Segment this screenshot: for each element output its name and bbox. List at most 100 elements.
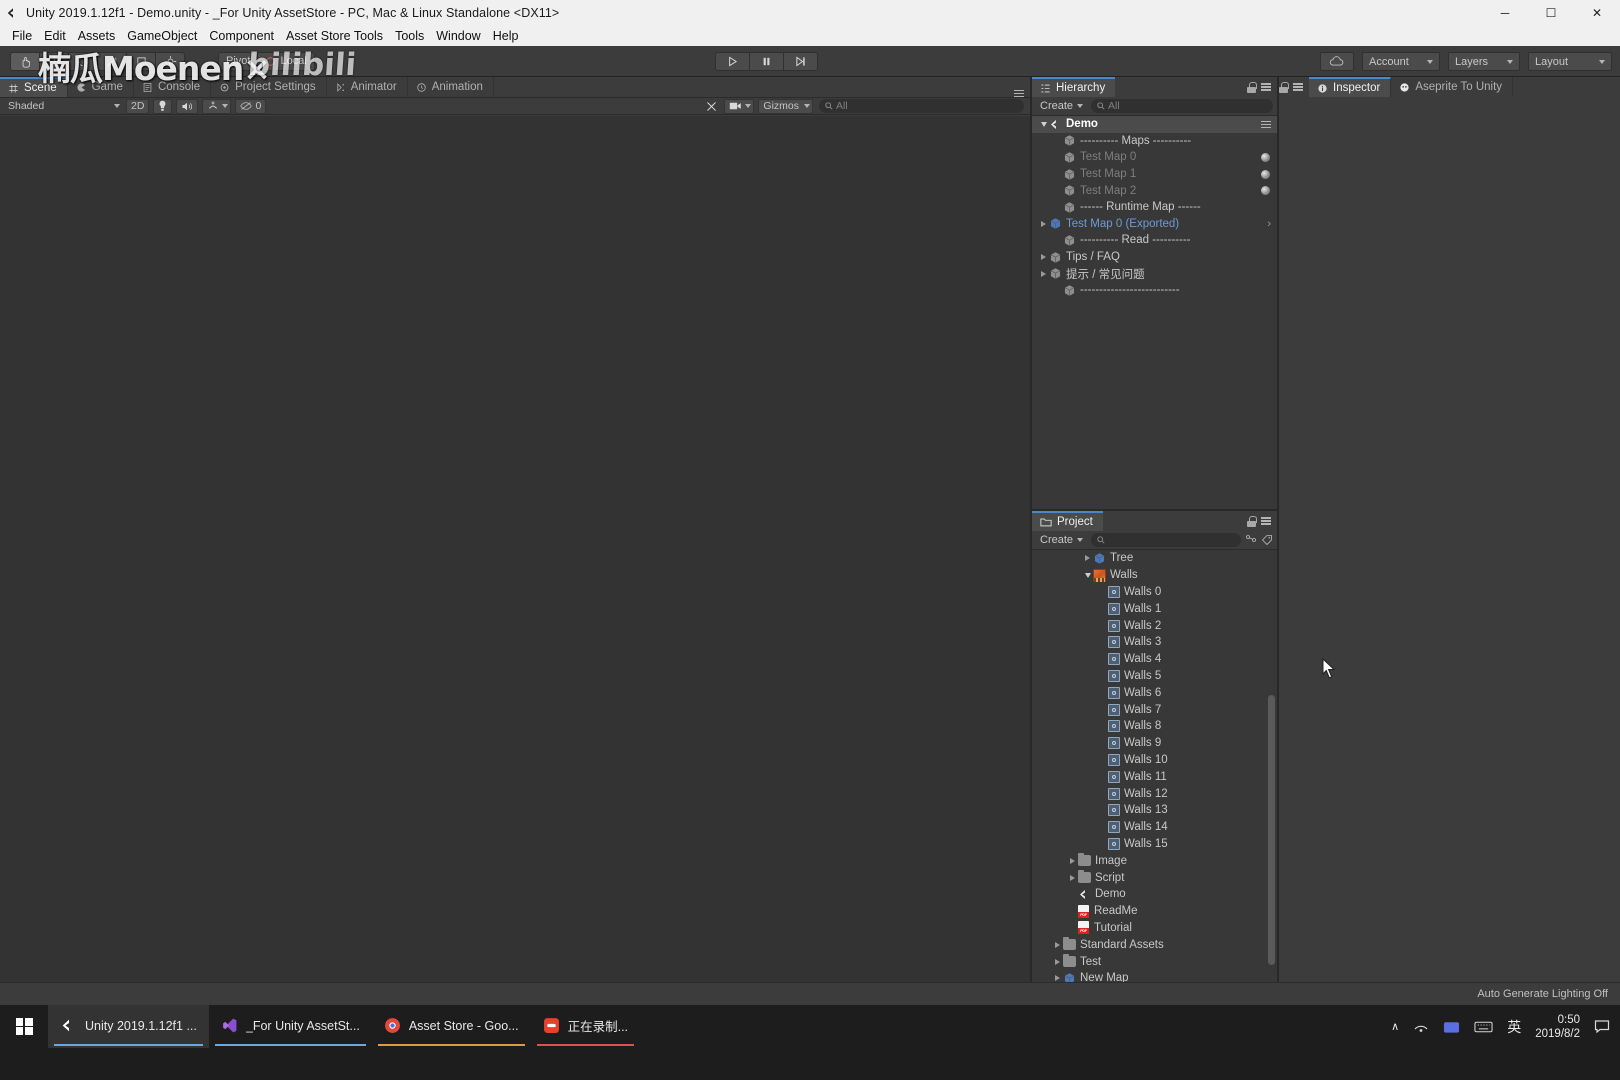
filter-type-icon[interactable] xyxy=(1245,534,1257,546)
hierarchy-item[interactable]: Demo xyxy=(1032,116,1277,133)
onedrive-icon[interactable] xyxy=(1443,1020,1460,1034)
project-item[interactable]: Test xyxy=(1032,953,1277,970)
hierarchy-tree[interactable]: Demo ---------- Maps ---------- Test Map 0… xyxy=(1032,116,1277,509)
visibility-toggle-icon[interactable] xyxy=(1261,186,1270,196)
tree-expand-arrow[interactable] xyxy=(1038,270,1049,277)
ime-indicator[interactable]: 英 xyxy=(1507,1017,1521,1037)
hierarchy-item[interactable]: 提示 / 常见问题 xyxy=(1032,265,1277,282)
hand-tool-button[interactable] xyxy=(10,51,40,71)
project-item[interactable]: Image xyxy=(1032,852,1277,869)
hierarchy-item[interactable]: ------ Runtime Map ------ xyxy=(1032,199,1277,216)
project-item[interactable]: Walls 8 xyxy=(1032,718,1277,735)
scene-tools-button[interactable] xyxy=(701,99,722,114)
hidden-objects-button[interactable]: 0 xyxy=(235,98,267,114)
menu-tools[interactable]: Tools xyxy=(389,27,430,45)
tree-expand-arrow[interactable] xyxy=(1038,254,1049,261)
tree-expand-arrow[interactable] xyxy=(1082,555,1093,562)
project-item[interactable]: Walls 9 xyxy=(1032,735,1277,752)
project-item[interactable]: Walls 0 xyxy=(1032,584,1277,601)
tree-expand-arrow[interactable] xyxy=(1052,975,1063,982)
gizmos-dropdown[interactable]: Gizmos xyxy=(758,98,813,114)
keyboard-icon[interactable] xyxy=(1474,1020,1493,1033)
hierarchy-search-input[interactable]: All xyxy=(1091,99,1273,113)
panel-options-icon[interactable] xyxy=(1261,517,1271,525)
lock-icon[interactable] xyxy=(1247,515,1257,527)
tab-project-settings[interactable]: Project Settings xyxy=(211,77,327,97)
menu-file[interactable]: File xyxy=(6,27,38,45)
project-tree[interactable]: Tree Walls Walls 0 Walls 1 Walls 2 Walls 3 Wal… xyxy=(1032,550,1277,982)
taskbar-item-chrome[interactable]: Asset Store - Goo... xyxy=(372,1005,531,1048)
project-item[interactable]: New Map xyxy=(1032,970,1277,982)
visibility-toggle-icon[interactable] xyxy=(1261,169,1270,179)
project-create-button[interactable]: Create xyxy=(1036,533,1087,547)
tab-animator[interactable]: Animator xyxy=(326,77,408,97)
hierarchy-item[interactable]: Test Map 0 xyxy=(1032,149,1277,166)
minimize-button[interactable]: ─ xyxy=(1482,0,1528,25)
project-item[interactable]: Walls 3 xyxy=(1032,634,1277,651)
panel-options-icon[interactable] xyxy=(1261,83,1271,91)
tab-console[interactable]: Console xyxy=(133,77,212,97)
tab-animation[interactable]: Animation xyxy=(407,77,494,97)
rect-tool-button[interactable] xyxy=(126,51,156,71)
notification-icon[interactable] xyxy=(1594,1019,1610,1034)
tree-expand-arrow[interactable] xyxy=(1038,121,1049,127)
project-item[interactable]: Walls 2 xyxy=(1032,617,1277,634)
layers-dropdown[interactable]: Layers xyxy=(1448,52,1520,71)
menu-gameobject[interactable]: GameObject xyxy=(121,27,203,45)
project-item[interactable]: Walls xyxy=(1032,567,1277,584)
panel-options-icon[interactable] xyxy=(1293,83,1303,91)
hierarchy-item[interactable]: Test Map 2 xyxy=(1032,182,1277,199)
filter-label-icon[interactable] xyxy=(1261,534,1273,546)
network-icon[interactable] xyxy=(1413,1019,1429,1034)
hierarchy-item[interactable]: -------------------------- xyxy=(1032,282,1277,299)
tree-expand-arrow[interactable] xyxy=(1052,941,1063,948)
menu-assets[interactable]: Assets xyxy=(72,27,122,45)
pivot-rotation-button[interactable]: Local xyxy=(257,51,315,71)
menu-help[interactable]: Help xyxy=(487,27,525,45)
menu-component[interactable]: Component xyxy=(203,27,280,45)
play-button[interactable] xyxy=(715,52,750,71)
menu-asset-store-tools[interactable]: Asset Store Tools xyxy=(280,27,389,45)
cloud-icon[interactable] xyxy=(1320,52,1354,71)
taskbar-item-recorder[interactable]: 正在录制... xyxy=(531,1005,640,1048)
tree-expand-arrow[interactable] xyxy=(1067,874,1078,881)
scene-options-icon[interactable] xyxy=(1261,120,1271,128)
project-item[interactable]: Walls 14 xyxy=(1032,819,1277,836)
tab-aseprite-to-unity[interactable]: Aseprite To Unity xyxy=(1391,77,1514,97)
project-item[interactable]: Walls 12 xyxy=(1032,785,1277,802)
project-item[interactable]: Walls 7 xyxy=(1032,701,1277,718)
project-item[interactable]: Demo xyxy=(1032,886,1277,903)
project-item[interactable]: Script xyxy=(1032,869,1277,886)
layout-dropdown[interactable]: Layout xyxy=(1528,52,1612,71)
tree-expand-arrow[interactable] xyxy=(1067,857,1078,864)
project-item[interactable]: Walls 15 xyxy=(1032,836,1277,853)
project-item[interactable]: Walls 4 xyxy=(1032,651,1277,668)
hierarchy-create-button[interactable]: Create xyxy=(1036,99,1087,113)
close-button[interactable]: ✕ xyxy=(1574,0,1620,25)
project-item[interactable]: Walls 6 xyxy=(1032,684,1277,701)
project-item[interactable]: Walls 1 xyxy=(1032,600,1277,617)
scale-tool-button[interactable] xyxy=(97,51,127,71)
panel-options-icon[interactable] xyxy=(1014,89,1024,97)
step-button[interactable] xyxy=(783,52,818,71)
project-item[interactable]: ReadMe xyxy=(1032,903,1277,920)
project-item[interactable]: Standard Assets xyxy=(1032,936,1277,953)
menu-edit[interactable]: Edit xyxy=(38,27,72,45)
tree-expand-arrow[interactable] xyxy=(1082,572,1093,578)
project-item[interactable]: Walls 13 xyxy=(1032,802,1277,819)
project-item[interactable]: Tree xyxy=(1032,550,1277,567)
tab-project[interactable]: Project xyxy=(1032,511,1103,531)
pivot-mode-button[interactable]: Pivot xyxy=(218,51,259,71)
project-item[interactable]: Walls 11 xyxy=(1032,768,1277,785)
transform-tool-button[interactable] xyxy=(155,51,185,71)
project-item[interactable]: Tutorial xyxy=(1032,920,1277,937)
pause-button[interactable] xyxy=(749,52,784,71)
tab-scene[interactable]: Scene xyxy=(0,77,68,97)
menu-window[interactable]: Window xyxy=(430,27,486,45)
maximize-button[interactable]: ☐ xyxy=(1528,0,1574,25)
hierarchy-item[interactable]: ---------- Read ---------- xyxy=(1032,232,1277,249)
project-search-input[interactable] xyxy=(1091,533,1241,547)
hierarchy-item[interactable]: ---------- Maps ---------- xyxy=(1032,133,1277,150)
taskbar-item-unity[interactable]: Unity 2019.1.12f1 ... xyxy=(48,1005,209,1048)
rotate-tool-button[interactable] xyxy=(68,51,98,71)
